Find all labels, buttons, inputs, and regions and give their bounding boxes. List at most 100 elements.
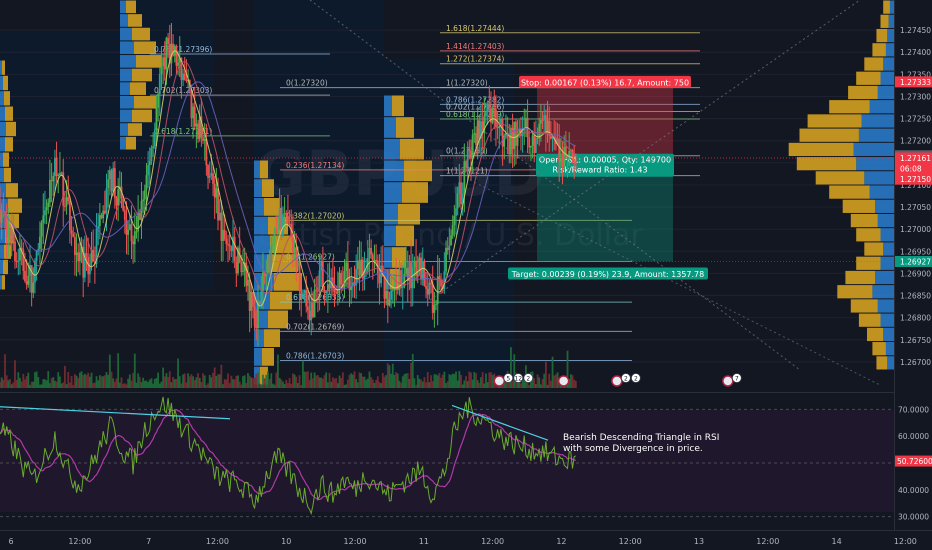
- volume-bar: [569, 374, 572, 388]
- candle-body: [525, 117, 527, 129]
- volume-bar: [554, 374, 557, 388]
- profile-bar-up: [883, 327, 894, 342]
- candle-body: [157, 94, 160, 108]
- volume-bar: [275, 372, 278, 388]
- candle-body: [541, 120, 544, 122]
- volume-bar: [143, 380, 146, 388]
- volume-bar: [355, 379, 358, 388]
- volume-bar: [356, 382, 359, 388]
- volume-bar: [330, 381, 333, 388]
- volume-bar: [544, 361, 547, 388]
- volume-bar: [371, 379, 374, 388]
- volume-bar: [383, 376, 386, 388]
- volume-bar: [218, 374, 221, 388]
- profile-bar-up: [0, 167, 4, 183]
- volume-bar: [180, 383, 183, 388]
- profile-bar-down: [274, 273, 302, 291]
- volume-bar: [398, 380, 401, 388]
- volume-bar: [252, 378, 254, 388]
- trading-chart[interactable]: GBPUSD British Pound / U.S. Dollar 0.786…: [0, 0, 932, 550]
- profile-bar-down: [132, 27, 150, 41]
- volume-bar: [280, 379, 283, 388]
- candle-body: [24, 270, 26, 282]
- volume-bar: [49, 383, 51, 388]
- volume-bar: [152, 383, 155, 388]
- volume-bar: [135, 382, 138, 388]
- profile-bar-up: [877, 299, 894, 313]
- volume-bar: [165, 373, 168, 388]
- candle-body: [425, 286, 427, 289]
- candle-body: [252, 291, 254, 307]
- time-tick-label: 12:00: [894, 537, 917, 546]
- volume-bar: [195, 377, 198, 388]
- volume-bar: [137, 373, 140, 388]
- flag-icon[interactable]: [493, 375, 506, 387]
- volume-bar: [326, 382, 329, 388]
- candle-body: [306, 306, 309, 311]
- candle-body: [303, 290, 306, 294]
- volume-bar: [335, 378, 338, 388]
- price-tick-label: 1.27400: [900, 48, 931, 57]
- candle-body: [530, 145, 532, 148]
- volume-bar: [295, 376, 298, 388]
- volume-bar: [421, 381, 424, 388]
- candle-body: [298, 262, 301, 292]
- candle-body: [446, 247, 449, 250]
- candle-body: [418, 257, 421, 272]
- profile-bar-up: [384, 160, 404, 182]
- profile-bar-down: [796, 157, 857, 171]
- volume-bar: [113, 381, 116, 388]
- volume-bar: [423, 377, 426, 388]
- price-tick-label: 1.26750: [900, 336, 931, 345]
- volume-bar: [223, 379, 226, 388]
- profile-bar-up: [384, 117, 396, 138]
- volume-bar: [345, 384, 348, 388]
- profile-bar-down: [134, 41, 156, 55]
- volume-bar: [235, 375, 238, 388]
- volume-bar: [435, 374, 437, 388]
- volume-bar: [574, 380, 577, 388]
- time-tick-label: 7: [146, 537, 151, 546]
- volume-bar: [27, 372, 30, 388]
- volume-bar: [98, 375, 101, 388]
- volume-bar: [272, 383, 274, 388]
- volume-bar: [366, 378, 369, 388]
- candle-body: [544, 115, 547, 134]
- candle-body: [451, 225, 454, 236]
- candle-body: [102, 210, 105, 219]
- candle-body: [152, 146, 155, 149]
- candle-body: [50, 180, 53, 182]
- profile-bar-down: [850, 299, 878, 313]
- candle-body: [133, 231, 136, 245]
- volume-bar: [250, 377, 253, 388]
- profile-bar-down: [262, 348, 274, 366]
- price-tick-label: 1.27250: [900, 115, 931, 124]
- candle-body: [273, 228, 276, 244]
- candle-body: [248, 279, 251, 311]
- candle-body: [47, 202, 50, 208]
- candle-body: [230, 246, 233, 251]
- candle-body: [426, 288, 429, 295]
- candle-body: [573, 158, 576, 161]
- candle-body: [223, 229, 226, 239]
- profile-bar-down: [264, 198, 280, 216]
- profile-bar-up: [120, 14, 128, 27]
- profile-bar-down: [400, 138, 424, 160]
- price-tick-label: 1.26800: [900, 314, 931, 323]
- volume-bar: [200, 382, 203, 388]
- flag-icon[interactable]: [611, 375, 623, 387]
- flag-icon[interactable]: [557, 375, 570, 387]
- flag-icon[interactable]: [722, 375, 734, 387]
- candle-body: [338, 272, 341, 290]
- candle-body: [67, 197, 70, 202]
- candle-body: [240, 262, 243, 273]
- profile-bar-down: [799, 128, 859, 142]
- candle-body: [60, 172, 63, 174]
- volume-bar: [541, 378, 544, 388]
- volume-bar: [376, 376, 379, 388]
- volume-bar: [348, 374, 351, 388]
- profile-bar-down: [392, 95, 404, 117]
- candle-body: [57, 174, 60, 177]
- volume-bar: [465, 376, 467, 388]
- volume-bar: [490, 372, 492, 388]
